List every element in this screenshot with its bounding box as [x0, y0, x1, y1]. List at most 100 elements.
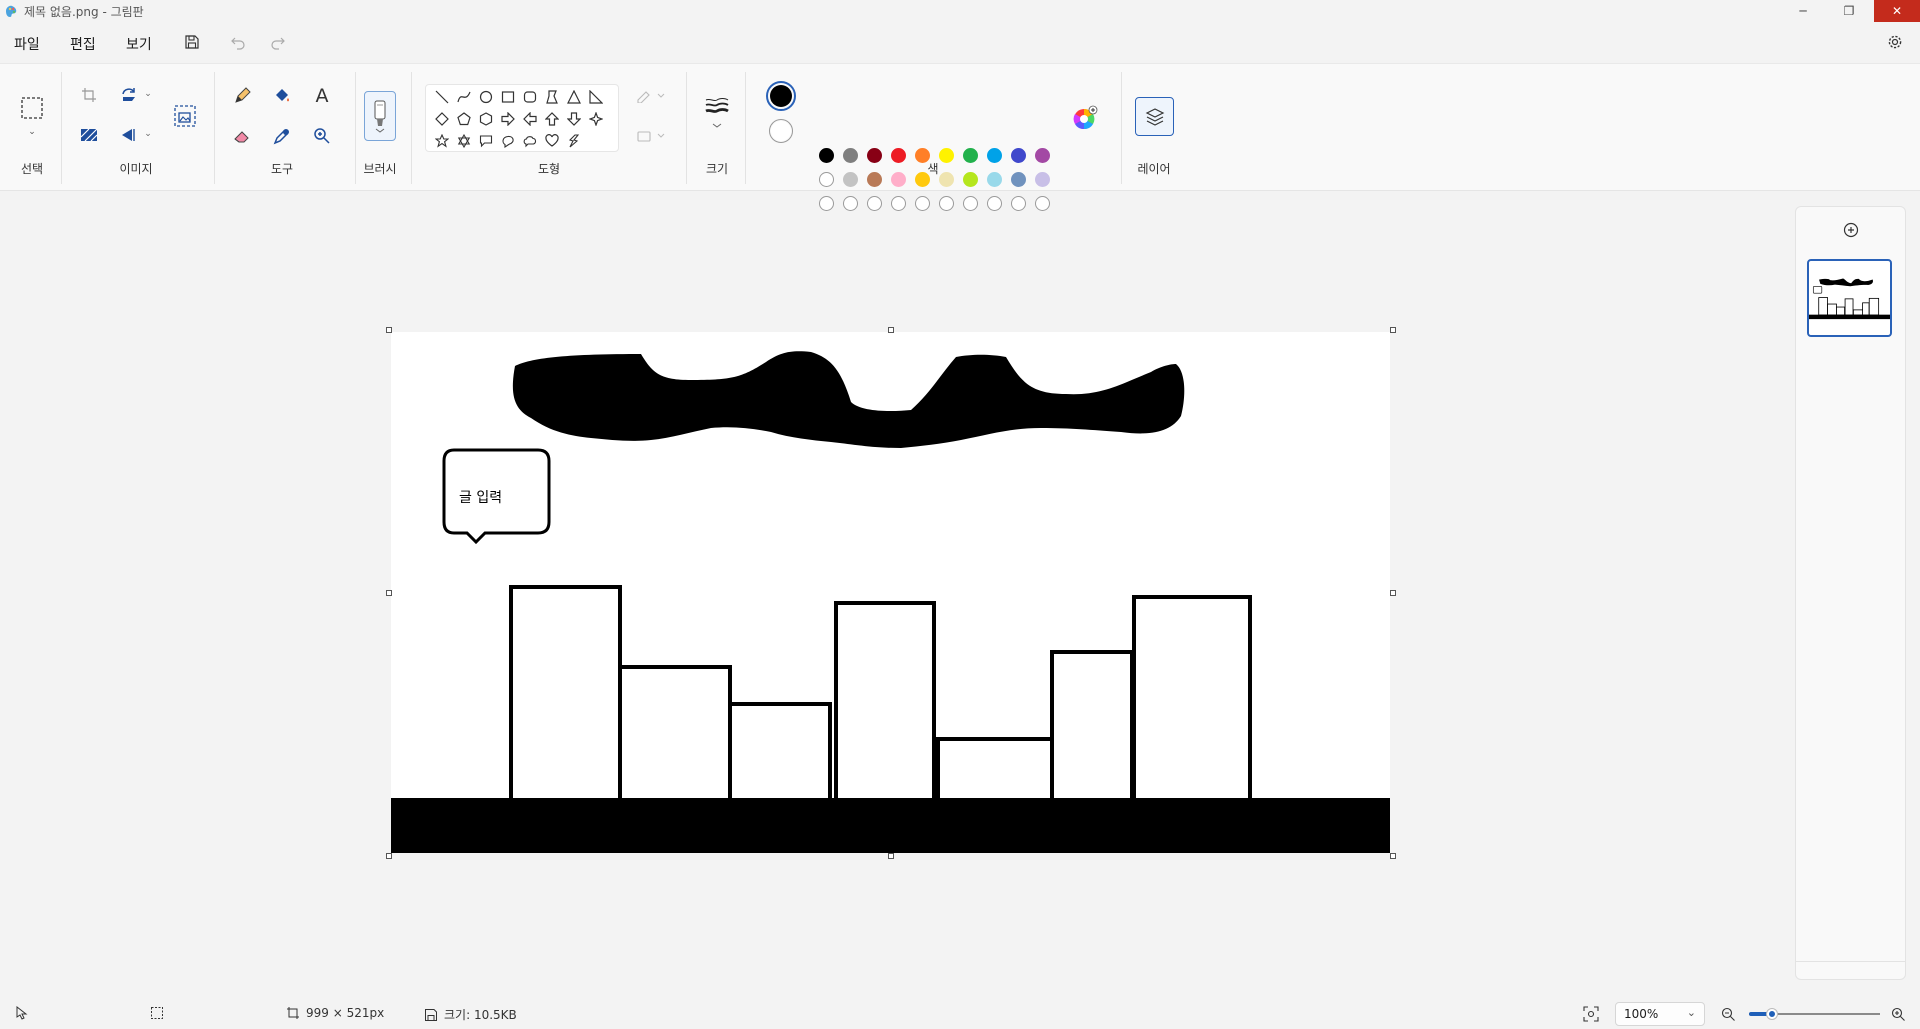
shape-triangle[interactable]	[565, 88, 583, 106]
shape-down-arrow[interactable]	[565, 110, 583, 128]
select-tool-button[interactable]	[18, 94, 46, 122]
palette-color-swatch[interactable]	[867, 172, 882, 187]
shape-up-arrow[interactable]	[543, 110, 561, 128]
layer-thumbnail[interactable]	[1807, 259, 1892, 337]
resize-handle-left[interactable]	[386, 590, 392, 596]
menu-view[interactable]: 보기	[126, 34, 152, 54]
shape-four-point-star[interactable]	[587, 110, 605, 128]
shape-line[interactable]	[433, 88, 451, 106]
magnifier-button[interactable]	[310, 124, 334, 148]
resize-handle-top[interactable]	[888, 327, 894, 333]
palette-color-swatch[interactable]	[867, 148, 882, 163]
zoom-slider[interactable]	[1749, 1008, 1880, 1020]
shape-rect-callout[interactable]	[477, 132, 495, 150]
menu-edit[interactable]: 편집	[70, 34, 96, 54]
rotate-button[interactable]	[118, 84, 140, 106]
custom-color-slot[interactable]	[915, 196, 930, 211]
fit-to-window-button[interactable]	[1581, 1004, 1601, 1024]
custom-color-slot[interactable]	[819, 196, 834, 211]
minimize-button[interactable]: ─	[1780, 0, 1826, 22]
drawing-canvas[interactable]: 글 입력	[391, 332, 1390, 853]
palette-color-swatch[interactable]	[843, 148, 858, 163]
palette-color-swatch[interactable]	[819, 172, 834, 187]
shape-pentagon[interactable]	[455, 110, 473, 128]
palette-color-swatch[interactable]	[1035, 148, 1050, 163]
custom-color-slot[interactable]	[939, 196, 954, 211]
shape-lightning[interactable]	[565, 132, 583, 150]
palette-color-swatch[interactable]	[1035, 172, 1050, 187]
text-tool-button[interactable]: A	[310, 84, 334, 108]
resize-handle-top-left[interactable]	[386, 327, 392, 333]
resize-handle-right[interactable]	[1390, 590, 1396, 596]
custom-color-slot[interactable]	[867, 196, 882, 211]
palette-color-swatch[interactable]	[939, 172, 954, 187]
flip-chevron-down-icon[interactable]: ⌄	[142, 128, 154, 140]
primary-color-button[interactable]	[766, 81, 796, 111]
rotate-chevron-down-icon[interactable]: ⌄	[142, 88, 154, 100]
shape-diamond[interactable]	[433, 110, 451, 128]
undo-button[interactable]	[226, 32, 250, 52]
resize-handle-top-right[interactable]	[1390, 327, 1396, 333]
palette-color-swatch[interactable]	[987, 172, 1002, 187]
shape-polygon[interactable]	[543, 88, 561, 106]
shape-six-point-star[interactable]	[455, 132, 473, 150]
add-layer-button[interactable]	[1840, 219, 1862, 241]
resize-handle-bottom-right[interactable]	[1390, 853, 1396, 859]
redo-button[interactable]	[266, 32, 290, 52]
shape-curve[interactable]	[455, 88, 473, 106]
palette-color-swatch[interactable]	[891, 172, 906, 187]
palette-color-swatch[interactable]	[1011, 172, 1026, 187]
resize-handle-bottom[interactable]	[888, 853, 894, 859]
restore-button[interactable]: ❐	[1826, 0, 1872, 22]
edit-colors-button[interactable]	[1071, 104, 1099, 132]
outline-dropdown[interactable]	[634, 86, 668, 106]
eraser-button[interactable]	[230, 124, 254, 148]
settings-button[interactable]	[1883, 32, 1907, 52]
shape-cloud-callout[interactable]	[521, 132, 539, 150]
size-button[interactable]	[702, 94, 732, 134]
palette-color-swatch[interactable]	[843, 172, 858, 187]
palette-color-swatch[interactable]	[939, 148, 954, 163]
custom-color-slot[interactable]	[1011, 196, 1026, 211]
palette-color-swatch[interactable]	[891, 148, 906, 163]
shape-left-arrow[interactable]	[521, 110, 539, 128]
palette-color-swatch[interactable]	[1011, 148, 1026, 163]
shape-hexagon[interactable]	[477, 110, 495, 128]
pencil-button[interactable]	[230, 84, 254, 108]
menu-file[interactable]: 파일	[14, 34, 40, 54]
resize-handle-bottom-left[interactable]	[386, 853, 392, 859]
crop-button[interactable]	[78, 84, 100, 106]
select-all-pattern-button[interactable]	[78, 124, 100, 146]
custom-color-slot[interactable]	[1035, 196, 1050, 211]
select-chevron-down-icon[interactable]: ⌄	[24, 126, 40, 138]
brush-button[interactable]	[364, 91, 396, 141]
save-button[interactable]	[180, 32, 204, 52]
resize-image-button[interactable]	[171, 102, 199, 130]
shape-right-triangle[interactable]	[587, 88, 605, 106]
palette-color-swatch[interactable]	[819, 148, 834, 163]
shape-rectangle[interactable]	[499, 88, 517, 106]
custom-color-slot[interactable]	[963, 196, 978, 211]
layers-button[interactable]	[1135, 97, 1174, 136]
fill-dropdown[interactable]	[634, 126, 668, 146]
zoom-out-button[interactable]	[1718, 1004, 1738, 1024]
shape-heart[interactable]	[543, 132, 561, 150]
palette-color-swatch[interactable]	[987, 148, 1002, 163]
shape-oval[interactable]	[477, 88, 495, 106]
fill-button[interactable]	[270, 84, 294, 108]
custom-color-slot[interactable]	[891, 196, 906, 211]
color-picker-button[interactable]	[270, 124, 294, 148]
palette-color-swatch[interactable]	[963, 148, 978, 163]
secondary-color-button[interactable]	[769, 119, 793, 143]
zoom-slider-thumb[interactable]	[1767, 1009, 1777, 1019]
shape-right-arrow[interactable]	[499, 110, 517, 128]
flip-button[interactable]	[118, 124, 140, 146]
custom-color-slot[interactable]	[843, 196, 858, 211]
shape-rounded-rectangle[interactable]	[521, 88, 539, 106]
palette-color-swatch[interactable]	[963, 172, 978, 187]
shape-oval-callout[interactable]	[499, 132, 517, 150]
custom-color-slot[interactable]	[987, 196, 1002, 211]
zoom-dropdown[interactable]: 100% ⌄	[1615, 1002, 1705, 1026]
shape-five-point-star[interactable]	[433, 132, 451, 150]
close-button[interactable]: ✕	[1874, 0, 1920, 22]
